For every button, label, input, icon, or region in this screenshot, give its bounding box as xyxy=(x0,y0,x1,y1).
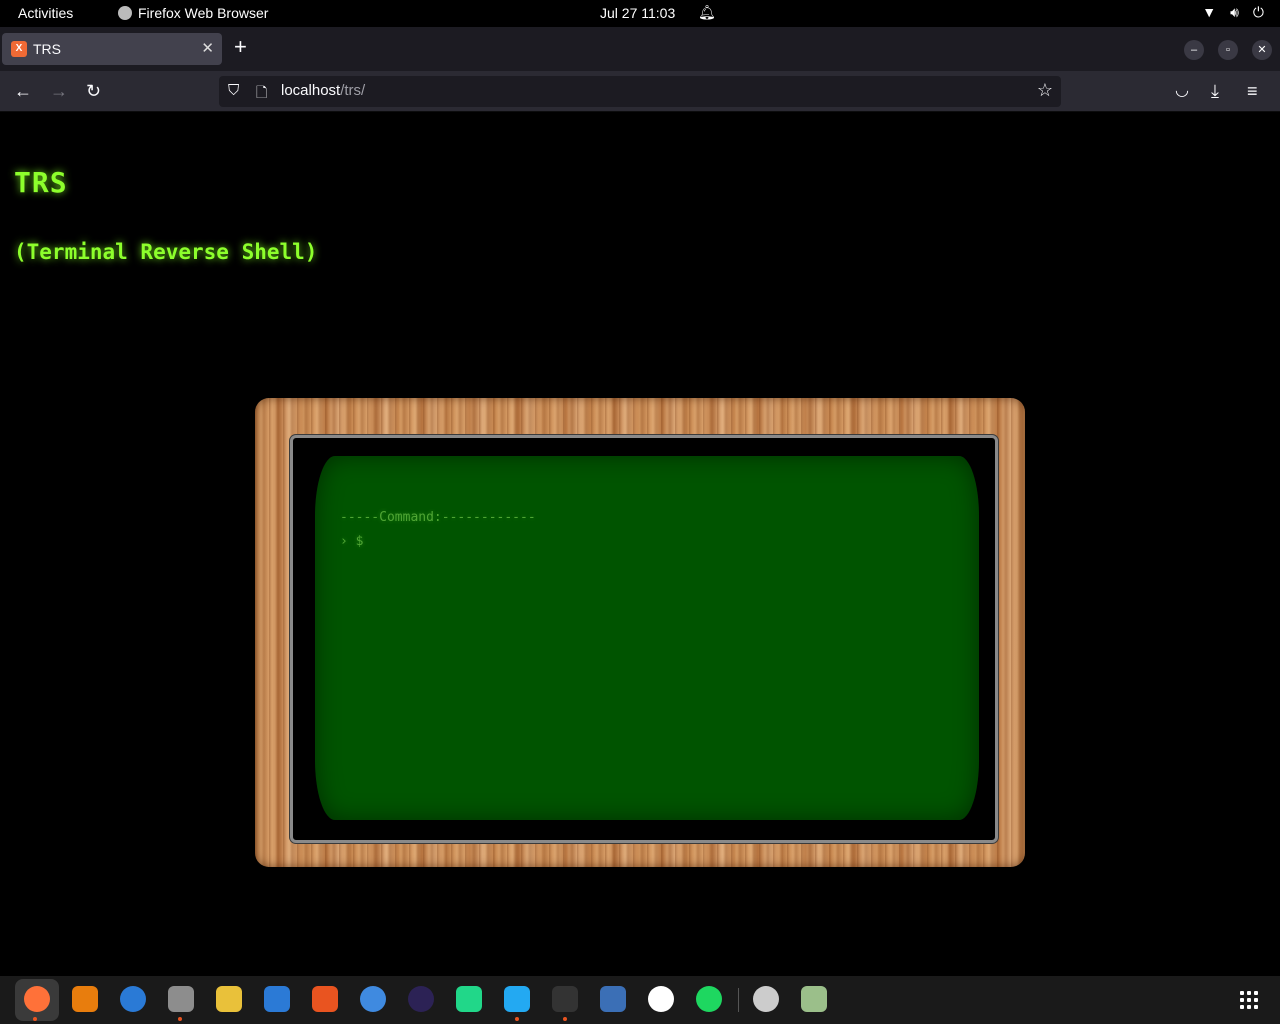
help-icon[interactable] xyxy=(360,986,386,1012)
reload-button[interactable]: ↻ xyxy=(86,80,101,102)
vscode-icon[interactable] xyxy=(504,986,530,1012)
volume-icon: 🔊︎ xyxy=(1230,4,1239,20)
webstorm-icon[interactable] xyxy=(648,986,674,1012)
writer-icon[interactable] xyxy=(264,986,290,1012)
dock xyxy=(0,976,1280,1024)
new-tab-button[interactable]: + xyxy=(234,36,247,58)
app-name-label: Firefox Web Browser xyxy=(138,5,269,21)
url-host: localhost xyxy=(281,82,341,99)
back-button[interactable]: ← xyxy=(14,80,32,102)
xampp-icon: X xyxy=(11,41,27,57)
address-bar[interactable]: ⛉ 🗋︎ localhost/trs/ ☆ xyxy=(219,76,1061,107)
pycharm-icon[interactable] xyxy=(456,986,482,1012)
command-header: -----Command:------------ xyxy=(340,510,536,525)
url-path: /trs/ xyxy=(340,82,366,99)
monitor-bezel: -----Command:------------ › $ xyxy=(290,435,998,843)
trash-icon[interactable] xyxy=(801,986,827,1012)
firefox-icon[interactable] xyxy=(24,986,50,1012)
navigation-toolbar: ← → ↻ ⛉ 🗋︎ localhost/trs/ ☆ ◡ ⤓ ≡ xyxy=(0,71,1280,112)
terminal-icon[interactable] xyxy=(552,986,578,1012)
dvd-icon[interactable] xyxy=(753,986,779,1012)
url-text[interactable]: localhost/trs/ xyxy=(281,82,365,99)
tab-trs[interactable]: X TRS ✕ xyxy=(2,33,222,65)
rhythmbox-icon[interactable] xyxy=(216,986,242,1012)
downloads-icon[interactable]: ⤓ xyxy=(1211,80,1219,102)
activities-button[interactable]: Activities xyxy=(18,5,73,21)
retro-monitor-frame: -----Command:------------ › $ xyxy=(255,398,1025,867)
system-tray[interactable]: ▼ 🔊︎ ⏻ xyxy=(1202,4,1264,21)
minimize-button[interactable]: – xyxy=(1184,40,1204,60)
thunderbird-icon[interactable] xyxy=(120,986,146,1012)
show-applications-icon[interactable] xyxy=(1240,991,1258,1009)
page-viewport: TRS (Terminal Reverse Shell) -----Comman… xyxy=(0,112,1280,976)
page-info-icon[interactable]: 🗋︎ xyxy=(256,82,267,106)
software-icon[interactable] xyxy=(312,986,338,1012)
pocket-icon[interactable]: ◡ xyxy=(1175,80,1189,102)
wifi-icon: ▼ xyxy=(1202,4,1217,20)
power-icon: ⏻ xyxy=(1252,4,1264,20)
tab-title: TRS xyxy=(33,41,61,57)
remmina-icon[interactable] xyxy=(600,986,626,1012)
running-indicator xyxy=(563,1017,567,1021)
terminal-prompt[interactable]: › $ xyxy=(340,534,363,549)
shield-icon[interactable]: ⛉ xyxy=(228,82,239,99)
terminal-screen[interactable]: -----Command:------------ › $ xyxy=(315,456,979,820)
close-tab-icon[interactable]: ✕ xyxy=(201,39,214,57)
blender-icon[interactable] xyxy=(72,986,98,1012)
restore-button[interactable]: ▫ xyxy=(1218,40,1238,60)
firefox-small-icon xyxy=(118,6,132,20)
menu-icon[interactable]: ≡ xyxy=(1247,80,1258,102)
app-menu[interactable]: Firefox Web Browser xyxy=(118,5,268,21)
running-indicator xyxy=(33,1017,37,1021)
notification-bell-icon[interactable]: 🔔︎ xyxy=(698,4,716,21)
eclipse-icon[interactable] xyxy=(408,986,434,1012)
page-subtitle: (Terminal Reverse Shell) xyxy=(14,240,318,264)
page-title: TRS xyxy=(14,166,68,199)
close-window-button[interactable]: ✕ xyxy=(1252,40,1272,60)
spotify-icon[interactable] xyxy=(696,986,722,1012)
dock-separator xyxy=(738,988,739,1012)
system-top-bar: Activities Firefox Web Browser Jul 27 11… xyxy=(0,0,1280,27)
clock[interactable]: Jul 27 11:03 xyxy=(600,5,675,21)
bookmark-star-icon[interactable]: ☆ xyxy=(1037,80,1053,101)
files-icon[interactable] xyxy=(168,986,194,1012)
tab-strip: X TRS ✕ + – ▫ ✕ xyxy=(0,27,1280,71)
running-indicator xyxy=(178,1017,182,1021)
running-indicator xyxy=(515,1017,519,1021)
forward-button[interactable]: → xyxy=(50,80,68,102)
